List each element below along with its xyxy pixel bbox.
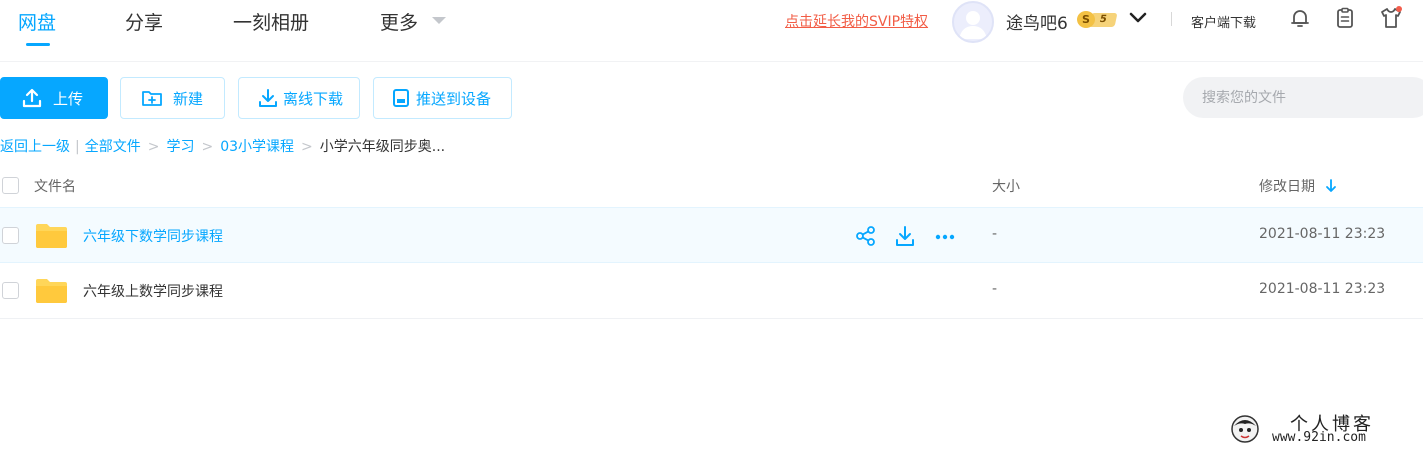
- breadcrumb-current: 小学六年级同步奥...: [319, 139, 446, 155]
- breadcrumb-separator-icon: >: [147, 139, 160, 155]
- avatar[interactable]: [952, 1, 994, 43]
- clipboard-icon[interactable]: [1333, 6, 1357, 30]
- new-folder-icon: [142, 91, 162, 106]
- user-menu-chevron-icon[interactable]: [1128, 8, 1148, 28]
- breadcrumb-divider: |: [75, 139, 80, 155]
- offline-download-label: 离线下载: [283, 89, 344, 108]
- avatar-placeholder-icon: [959, 11, 987, 39]
- tab-share[interactable]: 分享: [125, 8, 163, 35]
- tab-album[interactable]: 一刻相册: [233, 8, 309, 35]
- breadcrumb-item-study[interactable]: 学习: [166, 139, 194, 155]
- vip-coin-icon: S: [1077, 11, 1095, 28]
- svip-renew-link[interactable]: 点击延长我的SVIP特权: [785, 11, 928, 31]
- column-header-date[interactable]: 修改日期: [1259, 176, 1315, 196]
- nav-divider: [1171, 12, 1172, 26]
- sort-desc-arrow-icon[interactable]: [1325, 179, 1337, 193]
- tab-netdisk[interactable]: 网盘: [18, 8, 56, 35]
- new-label: 新建: [173, 89, 204, 108]
- breadcrumb-item-all-files[interactable]: 全部文件: [85, 139, 141, 155]
- file-size: -: [992, 226, 998, 242]
- search-box: [1183, 77, 1423, 118]
- file-name[interactable]: 六年级下数学同步课程: [83, 226, 223, 246]
- bell-icon[interactable]: [1288, 6, 1312, 30]
- column-header-size[interactable]: 大小: [992, 176, 1020, 196]
- file-modified-date: 2021-08-11 23:23: [1259, 281, 1386, 297]
- download-icon: [259, 89, 277, 107]
- notification-dot: [1396, 6, 1402, 12]
- file-size: -: [992, 281, 998, 297]
- upload-icon: [22, 88, 42, 108]
- breadcrumb-back-link[interactable]: 返回上一级: [0, 139, 70, 155]
- vip-level-badge: 5 S: [1077, 11, 1118, 28]
- row-checkbox[interactable]: [2, 227, 19, 244]
- watermark-url: www.92in.com: [1272, 430, 1366, 445]
- device-icon: [393, 89, 409, 107]
- blog-watermark: 个人博客 www.92in.com: [1228, 408, 1418, 448]
- username[interactable]: 途鸟吧6: [1006, 9, 1068, 34]
- offline-download-button[interactable]: 离线下载: [238, 77, 360, 119]
- table-row[interactable]: 六年级下数学同步课程 - 2021-08-11 23:23: [0, 207, 1423, 263]
- breadcrumb-separator-icon: >: [201, 139, 214, 155]
- active-tab-indicator: [26, 43, 50, 46]
- download-icon[interactable]: [894, 225, 916, 247]
- breadcrumb-item-primary-courses[interactable]: 03小学课程: [220, 139, 294, 155]
- push-to-device-label: 推送到设备: [416, 89, 492, 108]
- upload-button[interactable]: 上传: [0, 77, 108, 119]
- search-input[interactable]: [1202, 77, 1402, 118]
- breadcrumb-separator-icon: >: [301, 139, 313, 155]
- upload-label: 上传: [53, 89, 84, 108]
- file-modified-date: 2021-08-11 23:23: [1259, 226, 1386, 242]
- column-header-name[interactable]: 文件名: [34, 176, 76, 196]
- tab-more[interactable]: 更多: [380, 8, 418, 35]
- top-nav-bar: 网盘 分享 一刻相册 更多 点击延长我的SVIP特权 途鸟吧6 5 S 客户端下…: [0, 0, 1423, 62]
- new-folder-button[interactable]: 新建: [120, 77, 225, 119]
- more-caret-icon[interactable]: [432, 17, 446, 24]
- table-row[interactable]: 六年级上数学同步课程 - 2021-08-11 23:23: [0, 263, 1423, 319]
- mascot-icon: [1231, 415, 1259, 443]
- row-checkbox[interactable]: [2, 282, 19, 299]
- folder-icon: [36, 224, 67, 248]
- push-to-device-button[interactable]: 推送到设备: [373, 77, 512, 119]
- more-options-icon[interactable]: [934, 225, 956, 247]
- client-download-link[interactable]: 客户端下载: [1191, 12, 1256, 31]
- file-name[interactable]: 六年级上数学同步课程: [83, 281, 223, 301]
- file-list-header: 文件名 大小 修改日期: [0, 170, 1423, 206]
- share-icon[interactable]: [855, 225, 877, 247]
- select-all-checkbox[interactable]: [2, 177, 19, 194]
- folder-icon: [36, 279, 67, 303]
- breadcrumb: 返回上一级 | 全部文件 > 学习 >03小学课程 > 小学六年级同步奥...: [0, 136, 445, 156]
